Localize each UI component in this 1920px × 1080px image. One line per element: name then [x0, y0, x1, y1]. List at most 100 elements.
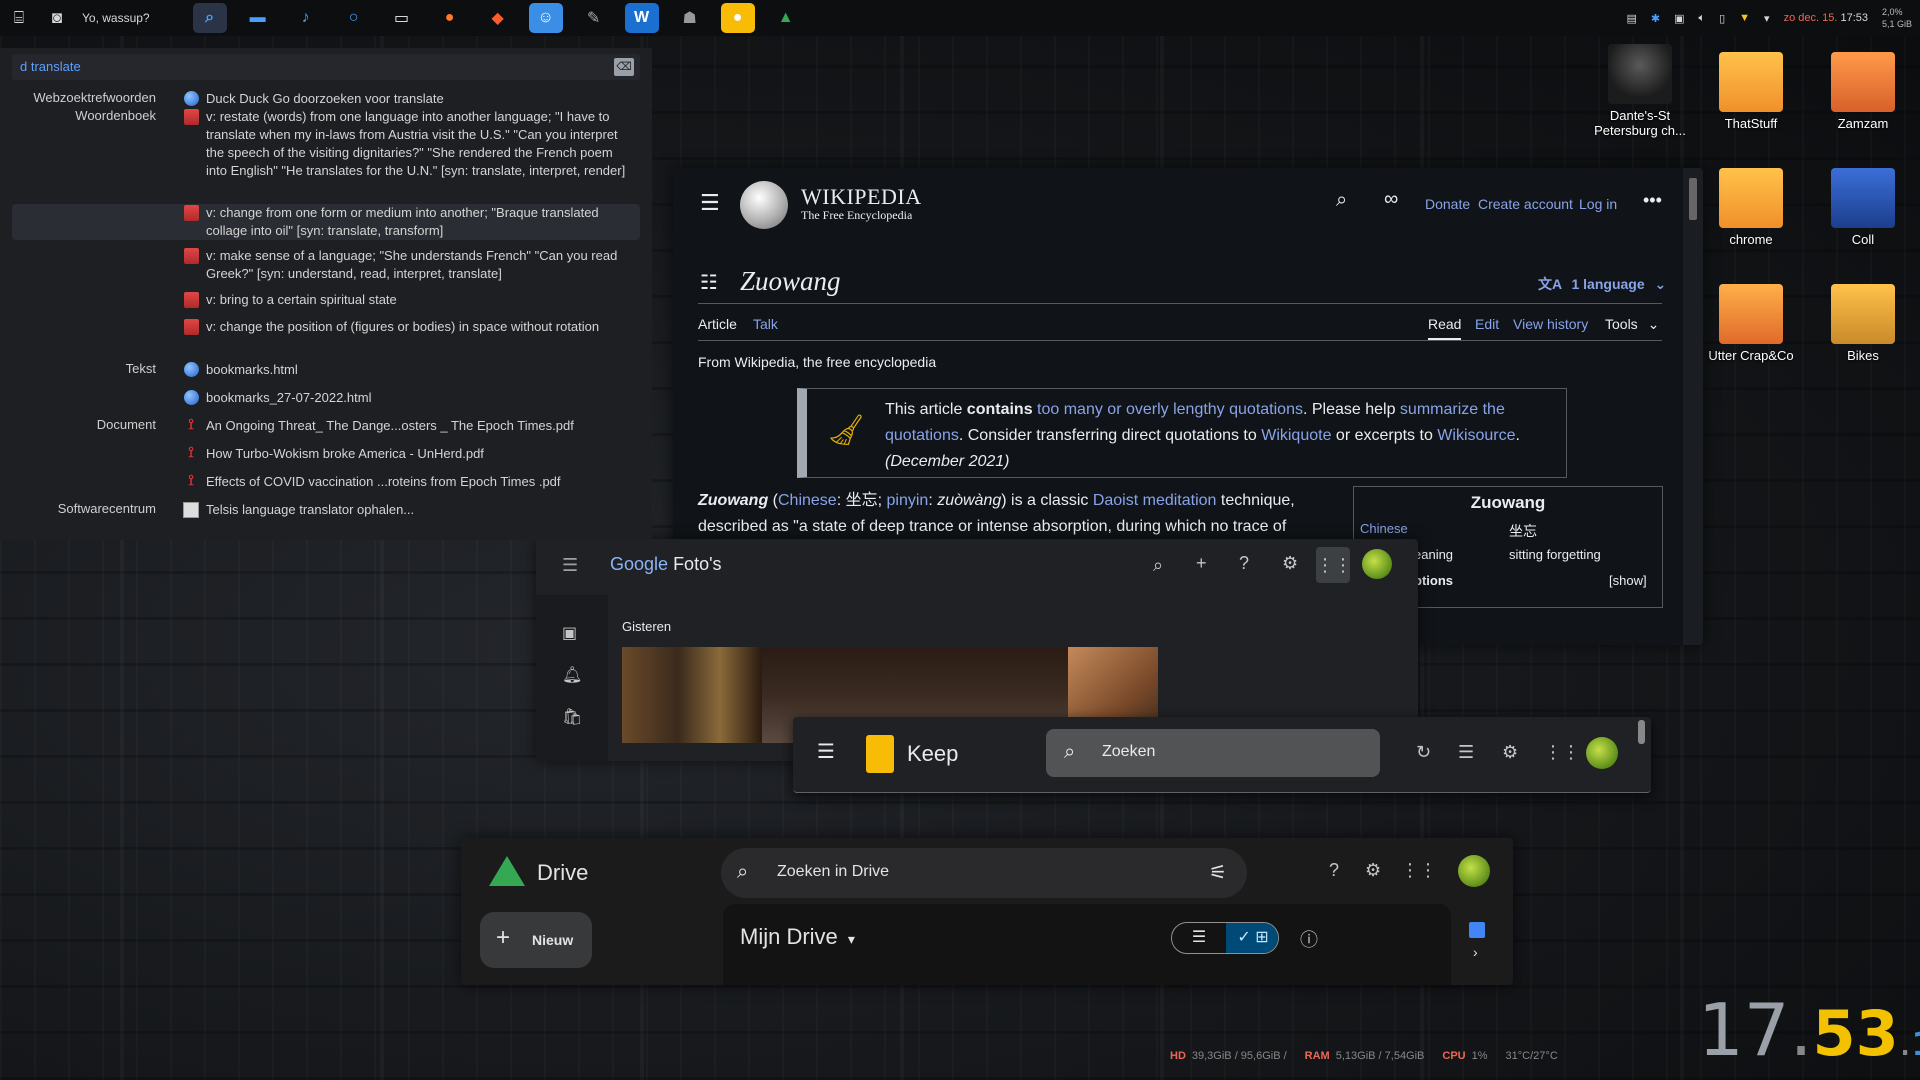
new-button[interactable]: + Nieuw [480, 912, 592, 968]
krunner-result-row[interactable]: ⟟ Effects of COVID vaccination ...roteins… [12, 473, 640, 491]
drive-search-input[interactable]: Zoeken in Drive [777, 863, 889, 881]
photo-thumbnail[interactable] [622, 647, 762, 743]
vlc-app-icon[interactable]: ☗ [673, 3, 707, 33]
clipboard-icon[interactable]: ▣ [1674, 12, 1684, 25]
browser-circle-icon[interactable]: ○ [337, 3, 371, 33]
network-icon[interactable]: ▼ [1739, 12, 1750, 24]
avatar[interactable] [1362, 549, 1392, 579]
settings-icon[interactable]: ⚙ [1282, 553, 1298, 574]
tab-read[interactable]: Read [1428, 316, 1462, 340]
krunner-result-row[interactable]: v: change from one form or medium into a… [12, 204, 640, 240]
list-view-button[interactable]: ☰ [1172, 923, 1226, 953]
krunner-result-row[interactable]: Tekst bookmarks.html [12, 361, 640, 379]
settings-icon[interactable]: ⚙ [1365, 860, 1381, 881]
search-icon[interactable]: ⌕ [1336, 189, 1347, 212]
shop-icon[interactable]: 🛍︎ [562, 707, 582, 727]
krunner-result-row[interactable]: bookmarks_27-07-2022.html [12, 389, 640, 407]
search-icon[interactable]: ⌕ [1064, 741, 1075, 764]
search-icon[interactable]: ⌕ [1153, 555, 1163, 576]
editor-app-icon[interactable]: ✎ [577, 3, 611, 33]
tab-article[interactable]: Article [698, 316, 737, 332]
desktop-icon-dante[interactable]: Dante's-St Petersburg ch... [1590, 44, 1690, 138]
tab-talk[interactable]: Talk [753, 316, 778, 332]
avatar[interactable] [1458, 855, 1490, 887]
chinese-link[interactable]: Chinese [778, 492, 837, 509]
krunner-result-row[interactable]: v: make sense of a language; "She unders… [12, 247, 640, 283]
photos-icon[interactable]: ▣ [562, 623, 577, 643]
infobox-show-toggle[interactable]: [show] [1609, 573, 1647, 588]
desktop-icon-thatstuff[interactable]: ThatStuff [1701, 52, 1801, 131]
krunner-result-row[interactable]: v: bring to a certain spiritual state [12, 291, 640, 309]
notes-tray-icon[interactable]: ▤ [1626, 12, 1636, 25]
clear-icon[interactable]: ⌫ [614, 58, 634, 76]
krunner-search-input[interactable] [12, 54, 592, 79]
tab-edit[interactable]: Edit [1475, 316, 1499, 332]
notifications-icon[interactable]: 🔔︎ [562, 665, 582, 685]
screenshot-icon[interactable]: ◙ [42, 3, 72, 33]
appearance-icon[interactable]: ∞ [1384, 188, 1398, 211]
keep-scrollbar[interactable] [1638, 720, 1645, 744]
scrollbar-thumb[interactable] [1689, 178, 1697, 220]
drive-title[interactable]: Drive [537, 860, 588, 886]
finder-app-icon[interactable]: ☺ [528, 3, 563, 33]
apps-grid-icon[interactable]: ⋮⋮ [1316, 547, 1352, 583]
drive-logo-icon[interactable] [489, 856, 525, 886]
drive-search-box[interactable]: ⌕ Zoeken in Drive ⚟ [721, 848, 1247, 898]
toc-icon[interactable]: ☷ [700, 270, 718, 295]
volume-icon[interactable]: 🔈︎ [1698, 12, 1705, 25]
create-account-link[interactable]: Create account [1478, 196, 1573, 212]
drive-app-icon[interactable]: ▲ [769, 3, 803, 33]
keep-search-input[interactable]: Zoeken [1102, 743, 1155, 761]
donate-link[interactable]: Donate [1425, 196, 1470, 212]
apps-grid-icon[interactable]: ⋮⋮ [1544, 742, 1580, 763]
list-view-icon[interactable]: ☰ [1458, 742, 1474, 763]
add-icon[interactable]: + [1196, 553, 1207, 574]
tab-tools[interactable]: Tools ⌄ [1605, 316, 1659, 333]
help-icon[interactable]: ? [1329, 860, 1339, 881]
krunner-result-row[interactable]: Webzoektrefwoorden Duck Duck Go doorzoeke… [12, 90, 640, 108]
app-launcher-icon[interactable]: ⌸ [4, 3, 34, 33]
apps-grid-icon[interactable]: ⋮⋮ [1401, 860, 1437, 881]
desktop-icon-chrome[interactable]: chrome [1701, 168, 1801, 247]
keep-app-icon[interactable]: ● [720, 3, 755, 33]
infobox-chinese-link[interactable]: Chinese [1360, 521, 1408, 536]
language-button[interactable]: 文A 1 language ⌄ [1538, 274, 1666, 294]
wikipedia-globe-icon[interactable] [740, 181, 788, 229]
quotations-link[interactable]: too many or overly lengthy quotations [1037, 401, 1303, 418]
help-icon[interactable]: ? [1239, 553, 1249, 574]
desktop-icon-zamzam[interactable]: Zamzam [1813, 52, 1913, 131]
krunner-result-row[interactable]: Document ⟟ An Ongoing Threat_ The Dange...… [12, 417, 640, 435]
firefox-app-icon[interactable]: ● [433, 3, 467, 33]
info-icon[interactable]: ⓘ [1300, 926, 1318, 952]
brave-app-icon[interactable]: ◆ [481, 3, 515, 33]
search-icon[interactable]: ⌕ [737, 861, 748, 884]
settings-icon[interactable]: ⚙ [1502, 742, 1518, 763]
krunner-result-row[interactable]: ⟟ How Turbo-Wokism broke America - UnHerd… [12, 445, 640, 463]
location-dropdown[interactable]: Mijn Drive ▾ [740, 924, 855, 950]
calendar-side-icon[interactable] [1469, 922, 1485, 938]
krunner-result-row[interactable]: v: change the position of (figures or bo… [12, 318, 640, 336]
photos-brand[interactable]: Google Foto's [610, 554, 722, 575]
wikiquote-link[interactable]: Wikiquote [1261, 427, 1331, 444]
krunner-result-row[interactable]: Woordenboek v: restate (words) from one l… [12, 108, 640, 180]
desktop-icon-utter-crap[interactable]: Utter Crap&Co [1701, 284, 1801, 363]
refresh-icon[interactable]: ↻ [1416, 742, 1431, 763]
keep-search-box[interactable]: ⌕ Zoeken [1046, 729, 1380, 777]
word-app-icon[interactable]: W [624, 3, 659, 33]
music-app-icon[interactable]: ♪ [289, 3, 323, 33]
tray-expand-icon[interactable]: ▾ [1764, 12, 1770, 25]
terminal-app-icon[interactable]: ▭ [385, 3, 419, 33]
wikisource-link[interactable]: Wikisource [1437, 427, 1515, 444]
tab-view-history[interactable]: View history [1513, 316, 1588, 332]
grid-view-button[interactable]: ✓ ⊞ [1226, 923, 1278, 953]
menu-icon[interactable]: ☰ [562, 555, 578, 576]
phone-icon[interactable]: ▯ [1719, 12, 1725, 25]
login-link[interactable]: Log in [1579, 196, 1617, 212]
panel-clock[interactable]: zo dec. 15. 17:53 [1784, 12, 1868, 24]
pinyin-link[interactable]: pinyin [887, 492, 929, 509]
avatar[interactable] [1586, 737, 1618, 769]
search-options-icon[interactable]: ⚟ [1209, 860, 1227, 885]
menu-icon[interactable]: ☰ [700, 190, 720, 216]
desktop-icon-coll[interactable]: Coll [1813, 168, 1913, 247]
keep-logo-icon[interactable] [866, 735, 894, 773]
